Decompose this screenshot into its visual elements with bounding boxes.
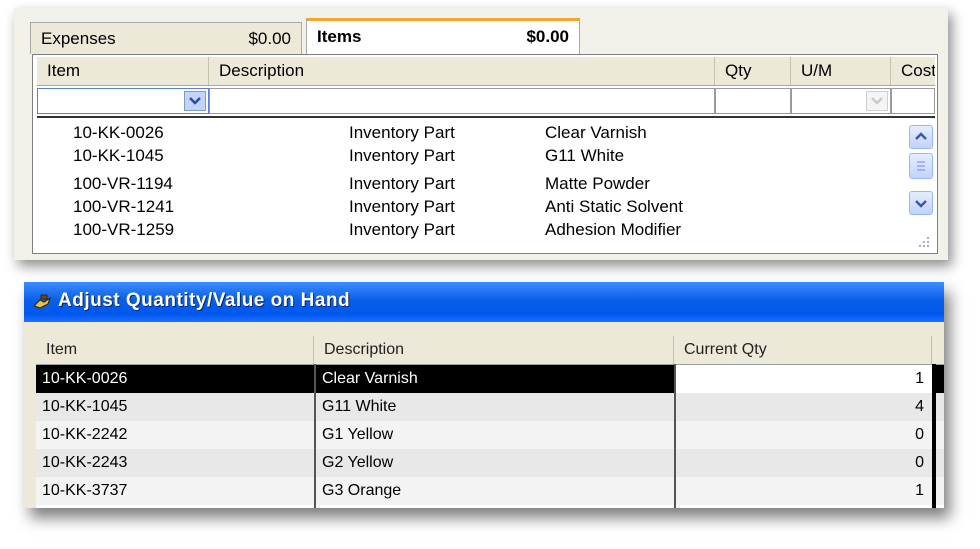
list-item-description: G11 White — [545, 146, 625, 165]
list-scrollbar[interactable] — [909, 121, 933, 231]
list-item[interactable]: 10-KK-1045 Inventory Part G11 White — [37, 146, 907, 168]
description-input[interactable] — [209, 88, 715, 114]
row-current-qty: 4 — [915, 398, 924, 415]
row-current-qty: 0 — [915, 454, 924, 471]
scroll-down-button[interactable] — [909, 191, 933, 215]
list-item-type: Inventory Part — [349, 174, 455, 193]
row-current-qty: 0 — [915, 426, 924, 443]
adjust-table-header: Item Description Current Qty — [36, 336, 944, 365]
row-description: G2 Yellow — [322, 454, 394, 471]
list-item-type: Inventory Part — [349, 220, 455, 239]
list-item-code: 10-KK-0026 — [73, 123, 164, 142]
window-title: Adjust Quantity/Value on Hand — [58, 290, 351, 311]
list-item-description: Adhesion Modifier — [545, 220, 682, 239]
table-row[interactable]: 10-KK-0026 Clear Varnish 1 — [36, 365, 944, 393]
adjust-items-table: Item Description Current Qty 10-KK-0026 … — [36, 336, 944, 508]
adjust-quantity-window: Adjust Quantity/Value on Hand Item Descr… — [24, 282, 944, 508]
list-item[interactable]: 10-KK-0026 Inventory Part Clear Varnish — [37, 123, 907, 145]
resize-grip-icon[interactable] — [917, 235, 931, 249]
column-header-current-qty[interactable]: Current Qty — [674, 336, 932, 364]
um-dropdown-button[interactable] — [866, 91, 888, 111]
table-row[interactable]: 10-KK-2242 G1 Yellow 0 — [36, 421, 944, 449]
item-combo-input[interactable] — [37, 88, 209, 114]
list-item-code: 100-VR-1194 — [73, 174, 173, 193]
row-item: 10-KK-3737 — [42, 482, 128, 499]
column-header-description[interactable]: Description — [314, 336, 674, 364]
column-header-qty[interactable]: Qty — [715, 57, 791, 85]
scroll-up-icon — [915, 132, 927, 140]
items-grid: Item Description Qty U/M Cost 10-KK-0026… — [32, 54, 938, 254]
item-dropdown-button[interactable] — [184, 91, 206, 111]
window-title-bar[interactable]: Adjust Quantity/Value on Hand — [24, 282, 944, 322]
list-item-type: Inventory Part — [349, 197, 455, 216]
qty-input[interactable] — [715, 88, 791, 114]
item-entry-row — [37, 86, 935, 118]
row-item: 10-KK-0026 — [42, 370, 128, 387]
list-item-type: Inventory Part — [349, 146, 455, 165]
tab-items-label: Items — [317, 27, 362, 46]
list-item-code: 10-KK-1045 — [73, 146, 164, 165]
row-description: G1 Yellow — [322, 426, 394, 443]
list-item-description: Anti Static Solvent — [545, 197, 683, 216]
scroll-down-icon — [915, 200, 927, 208]
list-item-description: Clear Varnish — [545, 123, 647, 142]
inventory-hand-icon — [32, 294, 52, 309]
table-row[interactable]: 10-KK-1045 G11 White 4 — [36, 393, 944, 421]
cost-input[interactable] — [891, 88, 935, 114]
bill-entry-panel: Expenses $0.00 Items $0.00 Item Descript… — [14, 8, 948, 260]
tab-expenses[interactable]: Expenses $0.00 — [30, 22, 302, 54]
column-header-item[interactable]: Item — [37, 57, 209, 85]
tab-expenses-label: Expenses — [41, 29, 116, 48]
row-current-qty: 1 — [676, 365, 932, 393]
tab-items[interactable]: Items $0.00 — [306, 18, 580, 54]
table-row[interactable]: 10-KK-2243 G2 Yellow 0 — [36, 449, 944, 477]
items-grid-header: Item Description Qty U/M Cost — [37, 57, 935, 86]
table-row[interactable]: 10-KK-3737 G3 Orange 1 — [36, 477, 944, 505]
row-current-qty: 1 — [915, 482, 924, 499]
list-item[interactable]: 100-VR-1259 Inventory Part Adhesion Modi… — [37, 220, 907, 242]
tab-items-amount: $0.00 — [526, 27, 569, 46]
tab-expenses-amount: $0.00 — [248, 29, 291, 48]
scroll-thumb[interactable] — [909, 153, 933, 179]
list-item-code: 100-VR-1241 — [73, 197, 175, 216]
column-header-item[interactable]: Item — [36, 336, 314, 364]
column-divider — [674, 364, 676, 508]
um-combo-input[interactable] — [791, 88, 891, 114]
scroll-thumb-icon — [917, 161, 925, 171]
column-header-um[interactable]: U/M — [791, 57, 891, 85]
row-item: 10-KK-2242 — [42, 426, 128, 443]
column-divider — [932, 364, 936, 508]
item-dropdown-list: 10-KK-0026 Inventory Part Clear Varnish … — [37, 121, 907, 247]
list-item-type: Inventory Part — [349, 123, 455, 142]
list-item-description: Matte Powder — [545, 174, 650, 193]
row-description: Clear Varnish — [322, 370, 418, 387]
chevron-down-icon — [189, 97, 201, 105]
list-item-code: 100-VR-1259 — [73, 220, 175, 239]
column-header-cost[interactable]: Cost — [891, 57, 935, 85]
list-item[interactable]: 100-VR-1194 Inventory Part Matte Powder — [37, 174, 907, 196]
list-item[interactable]: 100-VR-1241 Inventory Part Anti Static S… — [37, 197, 907, 219]
row-item: 10-KK-2243 — [42, 454, 128, 471]
column-divider — [314, 364, 316, 508]
row-item: 10-KK-1045 — [42, 398, 128, 415]
chevron-down-icon — [871, 97, 883, 105]
column-header-description[interactable]: Description — [209, 57, 715, 85]
row-description: G11 White — [322, 398, 397, 415]
row-description: G3 Orange — [322, 482, 402, 499]
scroll-up-button[interactable] — [909, 125, 933, 149]
